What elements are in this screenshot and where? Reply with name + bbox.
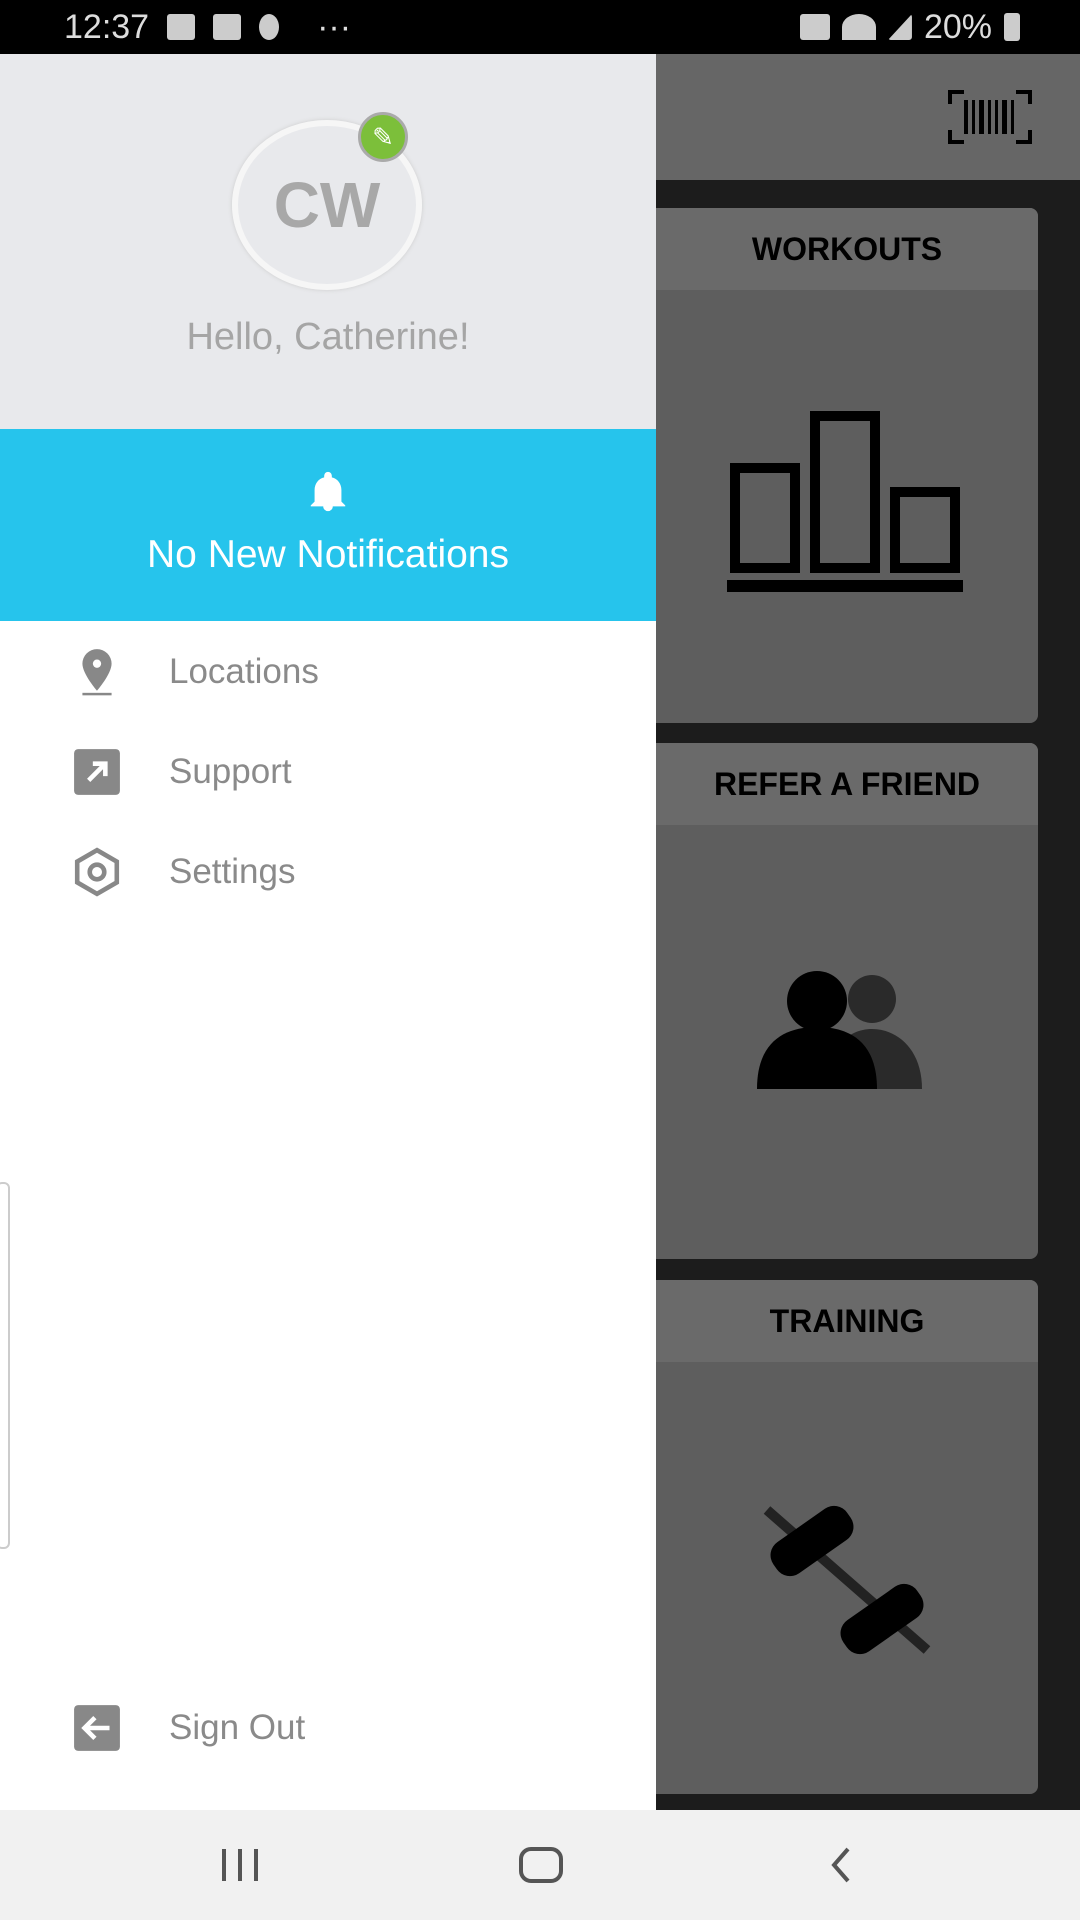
sign-out-icon	[74, 1705, 120, 1751]
system-nav-bar	[0, 1810, 1080, 1920]
card-title: WORKOUTS	[656, 208, 1038, 290]
battery-level: 20%	[923, 7, 992, 46]
settings-hex-icon	[74, 847, 120, 897]
gmail-icon	[213, 14, 242, 40]
card-workouts[interactable]: WORKOUTS	[656, 208, 1038, 723]
location-pin-icon	[82, 649, 112, 696]
wifi-icon	[841, 14, 876, 40]
drawer-item-label: Support	[169, 752, 292, 791]
recent-apps-button[interactable]	[218, 1845, 262, 1885]
sign-out-label: Sign Out	[169, 1708, 306, 1747]
drawer-item-label: Settings	[169, 852, 296, 891]
card-title: TRAINING	[656, 1280, 1038, 1362]
notifications-banner[interactable]: No New Notifications	[0, 429, 656, 621]
home-screen-background: WORKOUTS REFER A FRIEND TRAINING	[656, 54, 1080, 1810]
drawer-item-label: Locations	[169, 652, 319, 691]
drawer-item-support[interactable]: Support	[0, 727, 656, 817]
status-bar: 12:37 ··· 20%	[0, 0, 1080, 54]
sign-out-button[interactable]: Sign Out	[0, 1683, 656, 1773]
toolbar	[656, 54, 1080, 180]
mute-icon	[799, 14, 830, 40]
external-link-icon	[74, 749, 120, 795]
clock: 12:37	[64, 7, 150, 46]
battery-charging-icon	[1004, 13, 1020, 41]
drawer-item-settings[interactable]: Settings	[0, 827, 656, 917]
navigation-drawer: CW ✎ Hello, Catherine! No New Notificati…	[0, 54, 656, 1810]
drawer-item-locations[interactable]: Locations	[0, 627, 656, 717]
people-icon	[757, 971, 922, 1089]
dumbbell-icon	[763, 1505, 931, 1655]
image-icon	[167, 14, 196, 40]
more-icon: ···	[317, 7, 352, 46]
notifications-text: No New Notifications	[147, 533, 509, 576]
bell-icon	[310, 471, 346, 512]
card-training[interactable]: TRAINING	[656, 1280, 1038, 1794]
drawer-header: CW ✎ Hello, Catherine!	[0, 54, 656, 429]
pencil-icon: ✎	[372, 121, 394, 152]
card-refer-a-friend[interactable]: REFER A FRIEND	[656, 743, 1038, 1259]
card-title: REFER A FRIEND	[656, 743, 1038, 825]
edit-avatar-button[interactable]: ✎	[358, 112, 408, 162]
greeting: Hello, Catherine!	[186, 316, 470, 358]
back-button[interactable]	[826, 1845, 856, 1885]
bar-chart-icon	[727, 411, 963, 592]
signal-icon	[887, 14, 912, 40]
home-button[interactable]	[518, 1845, 564, 1885]
accessibility-icon	[259, 14, 280, 40]
edge-handle[interactable]	[0, 1182, 10, 1549]
barcode-icon[interactable]	[948, 90, 1032, 144]
